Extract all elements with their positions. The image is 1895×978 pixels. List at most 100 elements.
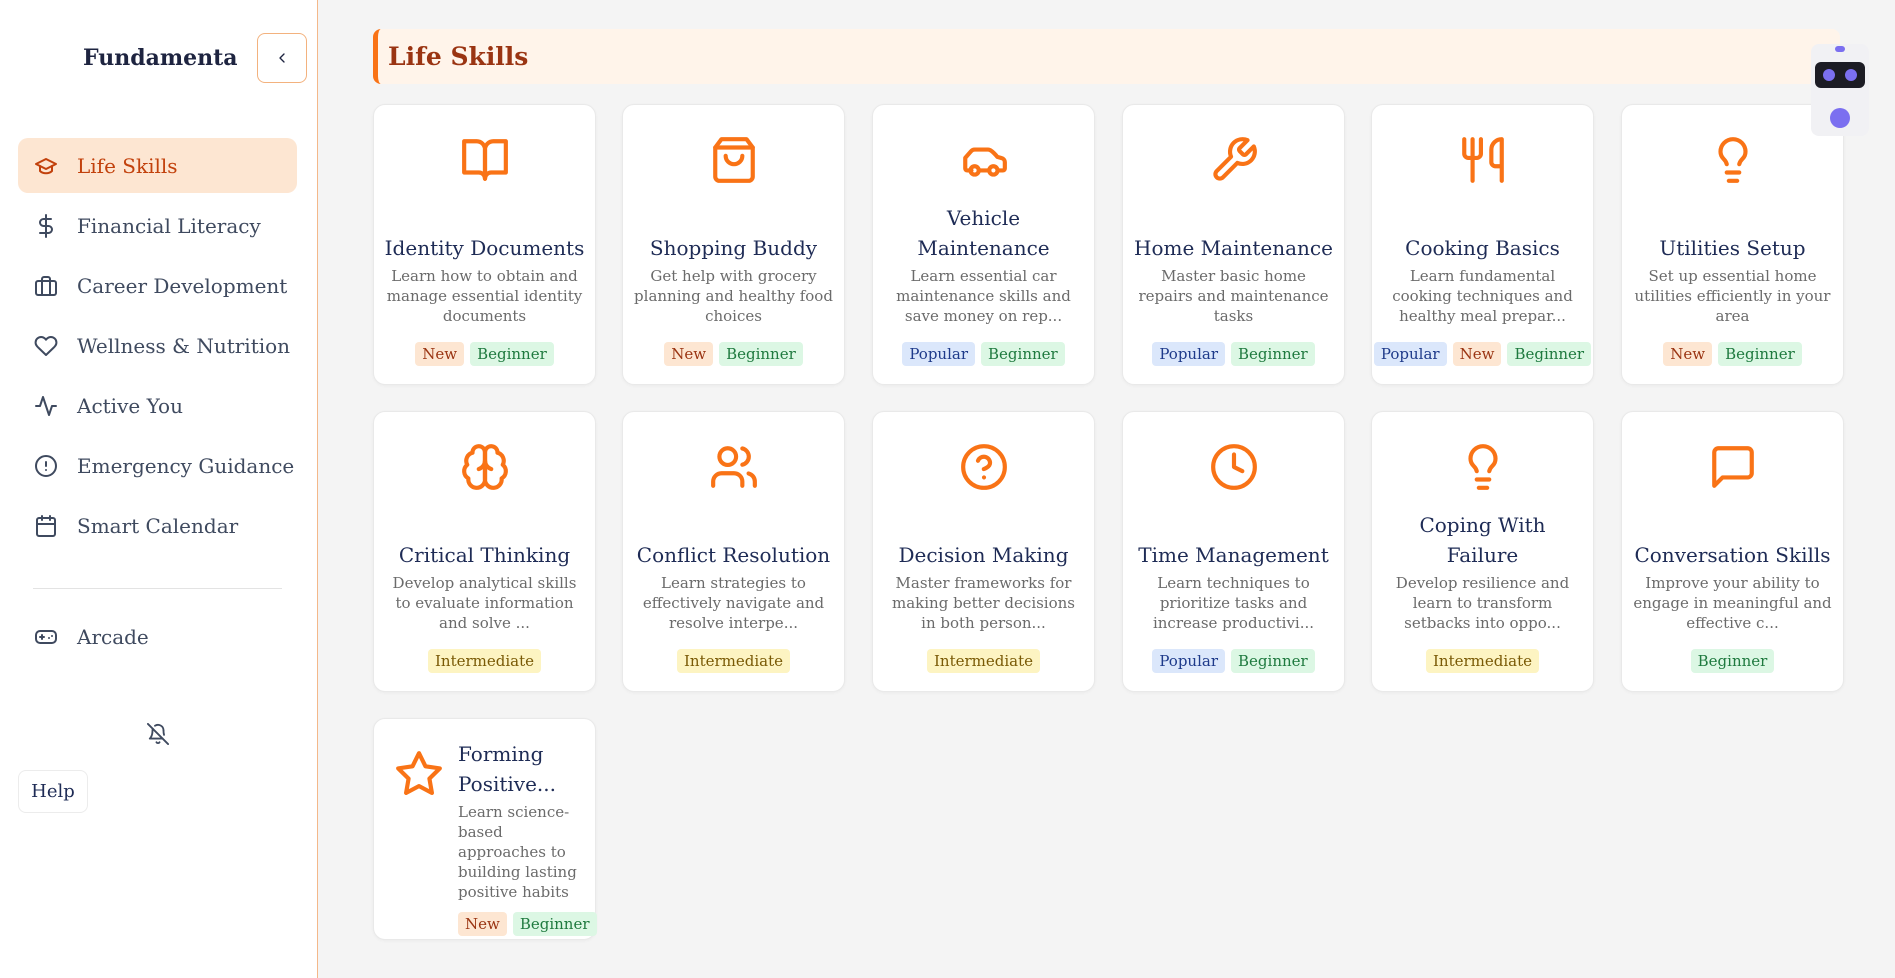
- lightbulb-icon: [1708, 135, 1758, 185]
- clock-icon: [1209, 442, 1259, 492]
- tag-popular: Popular: [1373, 342, 1447, 366]
- card-tags: Intermediate: [623, 649, 844, 673]
- card-title: Decision Making: [898, 543, 1069, 567]
- card-title: Forming Positive...: [458, 742, 556, 796]
- dollar-icon: [32, 212, 60, 240]
- skill-card-shopping-buddy[interactable]: Shopping Buddy Get help with grocery pla…: [622, 104, 845, 385]
- tag-beginner: Beginner: [1231, 342, 1315, 366]
- help-circle-icon: [959, 442, 1009, 492]
- sidebar: Fundamenta Life Skills Financial Literac…: [0, 0, 318, 978]
- card-description: Improve your ability to engage in meanin…: [1633, 574, 1832, 632]
- sidebar-item-career-development[interactable]: Career Development: [18, 258, 297, 313]
- sidebar-item-emergency-guidance[interactable]: Emergency Guidance: [18, 438, 297, 493]
- alert-circle-icon: [32, 452, 60, 480]
- star-icon: [394, 749, 444, 799]
- card-description: Learn essential car maintenance skills a…: [896, 267, 1071, 325]
- skill-card-home-maintenance[interactable]: Home Maintenance Master basic home repai…: [1122, 104, 1345, 385]
- card-title: Vehicle Maintenance: [917, 206, 1050, 260]
- tag-new: New: [664, 342, 714, 366]
- graduation-cap-icon: [32, 152, 60, 180]
- app-title: Fundamenta: [83, 45, 238, 71]
- tag-beginner: Beginner: [512, 912, 597, 936]
- card-tags: Intermediate: [873, 649, 1094, 673]
- tag-intermediate: Intermediate: [926, 649, 1040, 673]
- card-tags: New Beginner: [1622, 342, 1843, 366]
- skill-card-utilities-setup[interactable]: Utilities Setup Set up essential home ut…: [1621, 104, 1844, 385]
- tag-new: New: [415, 342, 465, 366]
- skill-card-critical-thinking[interactable]: Critical Thinking Develop analytical ski…: [373, 411, 596, 692]
- card-title: Critical Thinking: [398, 543, 571, 567]
- page-title: Life Skills: [388, 42, 529, 71]
- card-description: Master frameworks for making better deci…: [892, 574, 1075, 632]
- skill-card-coping-with-failure[interactable]: Coping With Failure Develop resilience a…: [1371, 411, 1594, 692]
- sidebar-item-label: Career Development: [77, 273, 288, 298]
- card-description: Master basic home repairs and maintenanc…: [1138, 267, 1329, 325]
- tag-new: New: [1663, 342, 1713, 366]
- sidebar-item-smart-calendar[interactable]: Smart Calendar: [18, 498, 297, 553]
- skill-card-identity-documents[interactable]: Identity Documents Learn how to obtain a…: [373, 104, 596, 385]
- heart-icon: [32, 332, 60, 360]
- card-title: Conflict Resolution: [636, 543, 831, 567]
- sidebar-item-label: Financial Literacy: [77, 213, 261, 238]
- card-title: Home Maintenance: [1134, 236, 1333, 260]
- nav-divider: [33, 588, 282, 589]
- sidebar-item-wellness-nutrition[interactable]: Wellness & Nutrition: [18, 318, 297, 373]
- activity-icon: [32, 392, 60, 420]
- wrench-icon: [1209, 135, 1259, 185]
- tag-new: New: [1452, 342, 1502, 366]
- car-icon: [959, 135, 1009, 185]
- shopping-bag-icon: [709, 135, 759, 185]
- skill-card-forming-positive-habits[interactable]: Forming Positive... Learn science-based …: [373, 718, 597, 940]
- card-description: Learn strategies to effectively navigate…: [642, 574, 825, 632]
- card-tags: Popular Beginner: [873, 342, 1094, 366]
- skill-card-decision-making[interactable]: Decision Making Master frameworks for ma…: [872, 411, 1095, 692]
- card-tags: Popular Beginner: [1123, 342, 1344, 366]
- tag-beginner: Beginner: [1690, 649, 1775, 673]
- skill-card-conflict-resolution[interactable]: Conflict Resolution Learn strategies to …: [622, 411, 845, 692]
- skill-card-time-management[interactable]: Time Management Learn techniques to prio…: [1122, 411, 1345, 692]
- notifications-off-icon[interactable]: [147, 723, 169, 745]
- skill-card-cooking-basics[interactable]: Cooking Basics Learn fundamental cooking…: [1371, 104, 1594, 385]
- card-description: Learn how to obtain and manage essential…: [386, 267, 583, 325]
- collapse-sidebar-button[interactable]: [257, 33, 307, 83]
- book-open-icon: [460, 135, 510, 185]
- card-tags: Intermediate: [374, 649, 595, 673]
- card-title: Identity Documents: [384, 236, 585, 260]
- tag-intermediate: Intermediate: [1425, 649, 1539, 673]
- help-button[interactable]: Help: [18, 770, 88, 813]
- sidebar-item-financial-literacy[interactable]: Financial Literacy: [18, 198, 297, 253]
- card-description: Learn techniques to prioritize tasks and…: [1152, 574, 1315, 632]
- briefcase-icon: [32, 272, 60, 300]
- card-title: Conversation Skills: [1634, 543, 1831, 567]
- message-square-icon: [1708, 442, 1758, 492]
- sidebar-arcade-section: Arcade: [18, 609, 297, 669]
- card-description: Develop analytical skills to evaluate in…: [392, 574, 577, 632]
- skill-card-conversation-skills[interactable]: Conversation Skills Improve your ability…: [1621, 411, 1844, 692]
- sidebar-item-life-skills[interactable]: Life Skills: [18, 138, 297, 193]
- sidebar-item-label: Wellness & Nutrition: [77, 333, 291, 358]
- sidebar-item-active-you[interactable]: Active You: [18, 378, 297, 433]
- sidebar-item-label: Arcade: [77, 624, 149, 649]
- tag-beginner: Beginner: [1231, 649, 1315, 673]
- tag-beginner: Beginner: [981, 342, 1065, 366]
- sidebar-item-label: Emergency Guidance: [77, 453, 295, 478]
- tag-beginner: Beginner: [1718, 342, 1802, 366]
- card-title: Time Management: [1138, 543, 1329, 567]
- card-description: Learn science-based approaches to buildi…: [458, 803, 577, 901]
- gamepad-icon: [32, 623, 60, 651]
- assistant-robot-button[interactable]: [1811, 44, 1869, 136]
- card-tags: Beginner: [1622, 649, 1843, 673]
- skill-card-vehicle-maintenance[interactable]: Vehicle Maintenance Learn essential car …: [872, 104, 1095, 385]
- users-icon: [709, 442, 759, 492]
- card-tags: Popular New Beginner: [1372, 342, 1593, 366]
- card-description: Set up essential home utilities efficien…: [1634, 267, 1831, 325]
- sidebar-nav: Life Skills Financial Literacy Career De…: [18, 138, 297, 558]
- card-title: Cooking Basics: [1405, 236, 1560, 260]
- card-title: Utilities Setup: [1659, 236, 1806, 260]
- sidebar-item-label: Active You: [77, 393, 183, 418]
- sidebar-item-arcade[interactable]: Arcade: [18, 609, 297, 664]
- tag-popular: Popular: [1152, 342, 1226, 366]
- card-tags: New Beginner: [623, 342, 844, 366]
- sidebar-item-label: Life Skills: [77, 153, 178, 178]
- lightbulb-icon: [1458, 442, 1508, 492]
